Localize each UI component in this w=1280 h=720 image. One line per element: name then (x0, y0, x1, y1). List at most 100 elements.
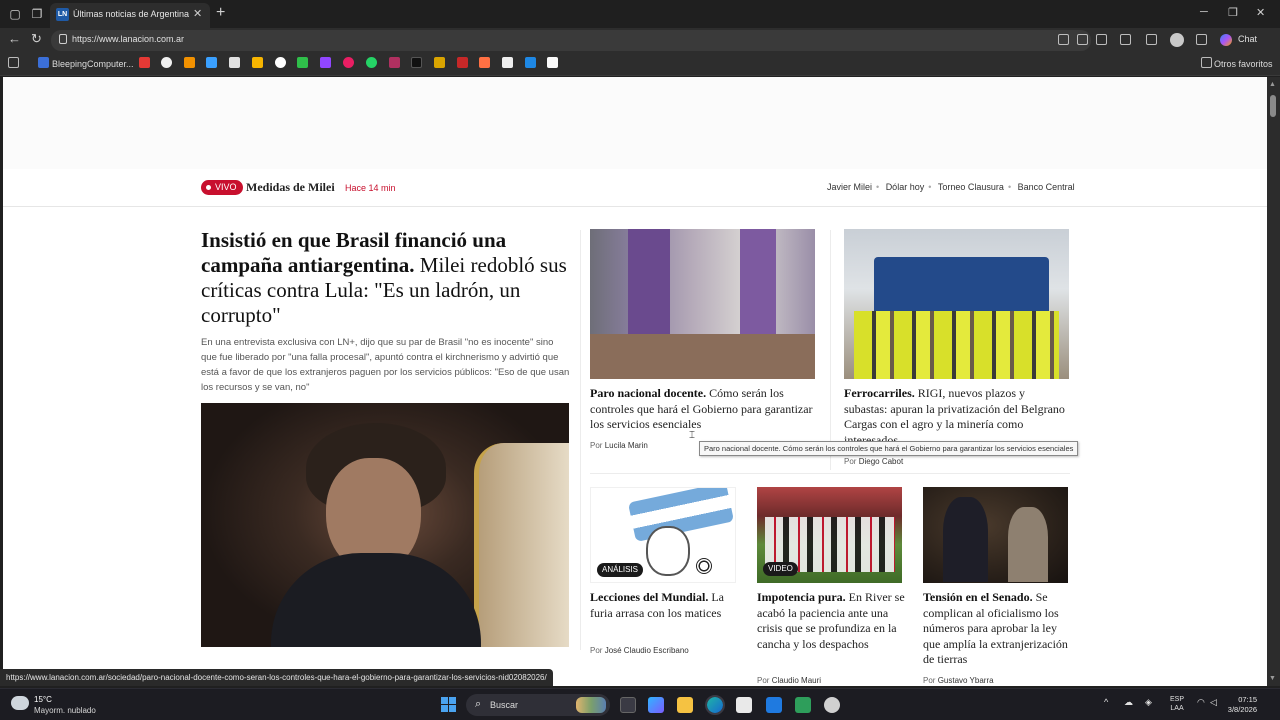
wifi-icon[interactable]: ◠ (1197, 697, 1205, 708)
bookmark-icon[interactable] (479, 57, 490, 68)
scroll-down-icon[interactable]: ▼ (1269, 675, 1276, 682)
scroll-thumb[interactable] (1270, 95, 1276, 117)
address-bar[interactable]: https://www.lanacion.com.ar (51, 30, 1091, 51)
scroll-up-icon[interactable]: ▲ (1269, 81, 1276, 88)
card-kicker[interactable]: Lecciones del Mundial. (590, 590, 708, 604)
card-headline-mundial[interactable]: Lecciones del Mundial. La furia arrasa c… (590, 590, 740, 621)
extensions-icon[interactable] (1120, 34, 1131, 45)
favorite-star-icon[interactable] (1096, 34, 1107, 45)
bookmark-icon[interactable] (297, 57, 308, 68)
tiktok-icon[interactable] (411, 57, 422, 68)
live-title[interactable]: Medidas de Milei (246, 180, 335, 195)
favorites-icon[interactable] (1146, 34, 1157, 45)
tab-actions-icon[interactable]: ❐ (28, 5, 46, 23)
bookmark-icon[interactable] (457, 57, 468, 68)
author-link[interactable]: José Claudio Escribano (605, 646, 689, 655)
minimize-icon[interactable]: ─ (1200, 6, 1208, 18)
card-kicker[interactable]: Impotencia pura. (757, 590, 846, 604)
other-favorites[interactable]: Otros favoritos (1214, 59, 1273, 69)
card-kicker[interactable]: Paro nacional docente. (590, 386, 706, 400)
app-icon[interactable] (795, 697, 811, 713)
weather-desc[interactable]: Mayorm. nublado (34, 706, 96, 715)
card-kicker[interactable]: Ferrocarriles. (844, 386, 915, 400)
tab-lanacion[interactable]: LN Últimas noticias de Argentina y el ✕ (50, 3, 210, 28)
card-headline-senado[interactable]: Tensión en el Senado. Se complican al of… (923, 590, 1073, 668)
refresh-icon[interactable]: ↻ (31, 31, 42, 47)
youtube-icon[interactable] (139, 57, 150, 68)
chrome-icon[interactable] (161, 57, 172, 68)
link-tooltip: Paro nacional docente. Cómo serán los co… (699, 441, 1079, 456)
twitch-icon[interactable] (320, 57, 331, 68)
language-indicator[interactable]: ESP LAA (1170, 695, 1184, 713)
live-badge[interactable]: VIVO (201, 180, 243, 195)
url-text[interactable]: https://www.lanacion.com.ar (72, 34, 184, 44)
bookmark-icon[interactable] (434, 57, 445, 68)
onedrive-icon[interactable]: ☁ (1124, 697, 1133, 708)
more-options-icon[interactable] (1196, 34, 1207, 45)
windows-start-icon[interactable] (441, 697, 456, 712)
weather-temp[interactable]: 15°C (34, 695, 52, 704)
cloud-icon[interactable] (11, 696, 29, 710)
close-window-icon[interactable]: ✕ (1256, 6, 1265, 19)
bookmark-bleepingcomputer[interactable]: BleepingComputer... (52, 59, 134, 69)
tray-app-icon[interactable]: ◈ (1145, 697, 1152, 708)
back-icon[interactable]: ← (8, 31, 21, 46)
clock[interactable]: 07:15 3/8/2026 (1217, 695, 1257, 715)
topic-link[interactable]: Javier Milei (827, 182, 872, 192)
bookmark-icon[interactable] (206, 57, 217, 68)
card-byline: Por Claudio Mauri (757, 676, 822, 685)
card-headline-paro-docente[interactable]: Paro nacional docente. Cómo serán los co… (590, 386, 815, 433)
tray-chevron-icon[interactable]: ^ (1104, 697, 1108, 707)
card-image-paro-docente[interactable] (590, 229, 815, 379)
app-available-icon[interactable] (1058, 34, 1069, 45)
tab-close-icon[interactable]: ✕ (193, 7, 202, 20)
main-headline[interactable]: Insistió en que Brasil financió una camp… (201, 228, 569, 328)
topic-link[interactable]: Torneo Clausura (938, 182, 1004, 192)
profile-avatar[interactable] (1170, 33, 1184, 47)
app-icon[interactable] (824, 697, 840, 713)
file-explorer-icon[interactable] (677, 697, 693, 713)
bookmark-icon[interactable] (547, 57, 558, 68)
topic-link[interactable]: Banco Central (1018, 182, 1075, 192)
bookmark-icon[interactable] (184, 57, 195, 68)
bleepingcomputer-icon[interactable] (38, 57, 49, 68)
task-view-icon[interactable] (620, 697, 636, 713)
bookmark-icon[interactable] (389, 57, 400, 68)
page-viewport: VIVO Medidas de Milei Hace 14 min Javier… (3, 77, 1267, 686)
profile-menu-icon[interactable]: ▢ (6, 5, 24, 23)
author-link[interactable]: Claudio Mauri (772, 676, 821, 685)
volume-icon[interactable]: ◁ (1210, 697, 1217, 708)
copilot-icon[interactable] (1220, 34, 1232, 46)
topic-link[interactable]: Dólar hoy (886, 182, 925, 192)
card-headline-river[interactable]: Impotencia pura. En River se acabó la pa… (757, 590, 907, 652)
main-story-image[interactable] (201, 403, 569, 647)
author-link[interactable]: Lucila Marin (605, 441, 648, 450)
card-image-river[interactable]: VIDEO (757, 487, 902, 583)
copilot-app-icon[interactable] (648, 697, 664, 713)
bookmarks-toggle-icon[interactable] (8, 57, 19, 68)
bookmark-icon[interactable] (229, 57, 240, 68)
bookmark-icon[interactable] (252, 57, 263, 68)
author-link[interactable]: Gustavo Ybarra (938, 676, 994, 685)
card-kicker[interactable]: Tensión en el Senado. (923, 590, 1033, 604)
page-scrollbar[interactable]: ▲ ▼ (1267, 77, 1280, 686)
author-link[interactable]: Diego Cabot (859, 457, 903, 466)
store-icon[interactable] (736, 697, 752, 713)
card-image-mundial[interactable]: ANÁLISIS (590, 487, 736, 583)
whatsapp-icon[interactable] (366, 57, 377, 68)
main-lead: En una entrevista exclusiva con LN+, dij… (201, 337, 570, 393)
bookmark-icon[interactable] (343, 57, 354, 68)
edge-icon[interactable] (705, 695, 725, 715)
card-image-senado[interactable] (923, 487, 1068, 583)
taskbar-search[interactable]: ⌕ Buscar (466, 694, 610, 716)
bookmark-icon[interactable] (502, 57, 513, 68)
card-headline-ferrocarriles[interactable]: Ferrocarriles. RIGI, nuevos plazos y sub… (844, 386, 1069, 447)
bookmark-icon[interactable] (525, 57, 536, 68)
chat-label[interactable]: Chat (1238, 34, 1257, 44)
card-image-ferrocarriles[interactable] (844, 229, 1069, 379)
mail-icon[interactable] (766, 697, 782, 713)
new-tab-icon[interactable]: + (216, 4, 225, 22)
reader-view-icon[interactable] (1077, 34, 1088, 45)
bookmark-icon[interactable] (275, 57, 286, 68)
maximize-icon[interactable]: ❐ (1228, 6, 1238, 19)
